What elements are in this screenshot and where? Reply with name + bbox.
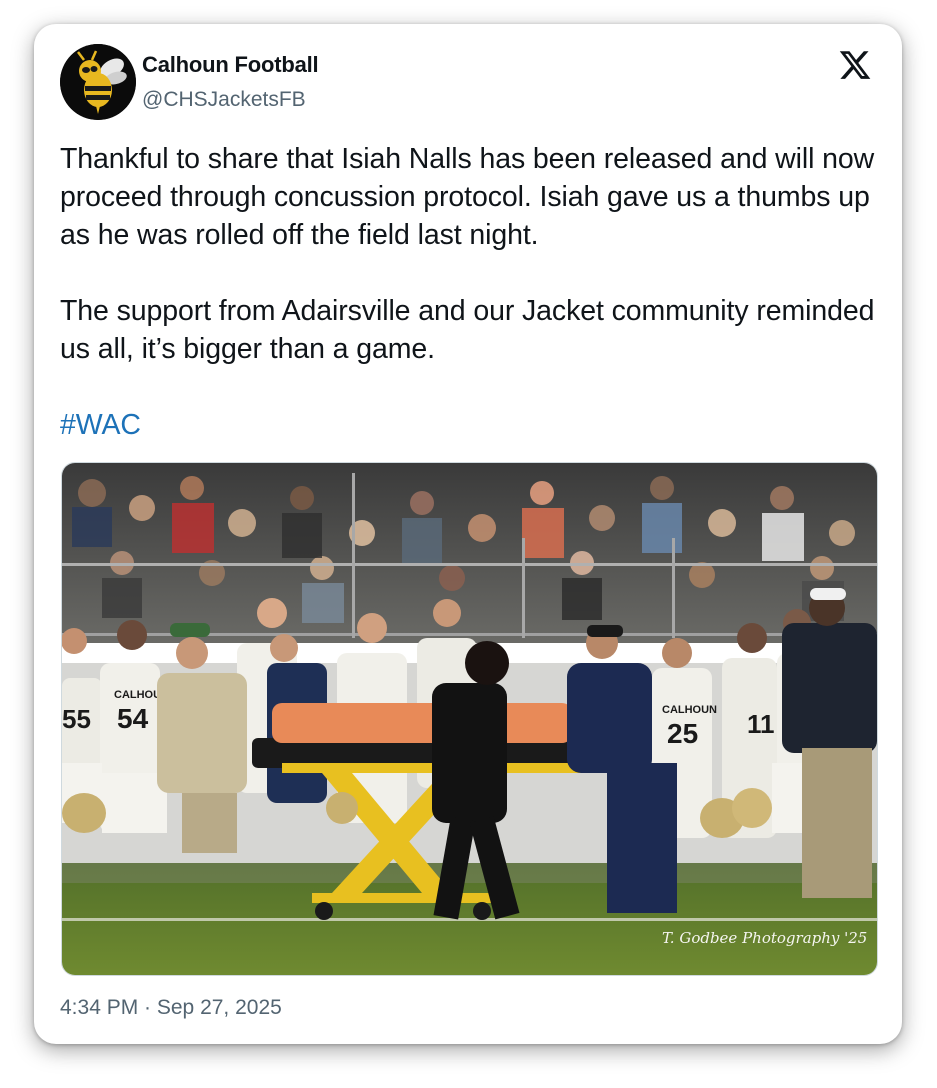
jersey-text: 54: [117, 703, 149, 734]
football-field-photo: CALHOUN 54 CALHOUN 25 11 55 T. Godbee Ph…: [62, 463, 877, 975]
tweet-card: Calhoun Football @CHSJacketsFB Thankful …: [34, 24, 902, 1044]
tweet-timestamp[interactable]: 4:34 PM · Sep 27, 2025: [60, 996, 282, 1020]
yellow-jacket-mascot-icon: [60, 44, 136, 120]
jersey-text: 55: [62, 704, 91, 734]
jersey-text: 11: [747, 709, 775, 739]
avatar[interactable]: [60, 44, 136, 120]
jersey-text: 25: [667, 718, 698, 749]
x-logo-icon[interactable]: [838, 48, 872, 82]
display-name[interactable]: Calhoun Football: [142, 52, 319, 78]
hashtag-link[interactable]: #WAC: [60, 409, 141, 441]
jersey-text: CALHOUN: [662, 704, 717, 716]
account-handle[interactable]: @CHSJacketsFB: [142, 88, 306, 112]
tweet-body: Thankful to share that Isiah Nalls has b…: [60, 140, 880, 482]
tweet-paragraph: Thankful to share that Isiah Nalls has b…: [60, 143, 875, 251]
photo-watermark: T. Godbee Photography '25: [662, 929, 867, 947]
tweet-photo[interactable]: CALHOUN 54 CALHOUN 25 11 55 T. Godbee Ph…: [61, 462, 878, 976]
tweet-paragraph: The support from Adairsville and our Jac…: [60, 295, 875, 365]
